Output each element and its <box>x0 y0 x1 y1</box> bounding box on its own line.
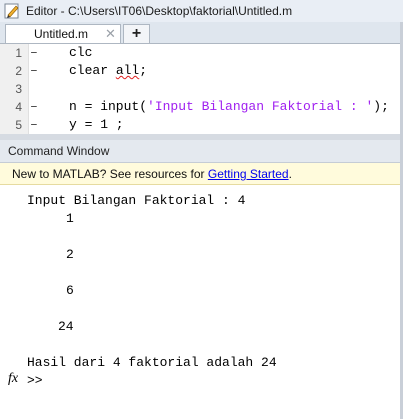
line-number: 5 <box>15 118 22 132</box>
window-titlebar: Editor - C:\Users\IT06\Desktop\faktorial… <box>0 0 403 23</box>
close-icon[interactable]: ✕ <box>105 26 116 42</box>
line-number: 3 <box>15 82 22 96</box>
command-window-title: Command Window <box>8 144 110 158</box>
console-line: 6 <box>66 283 74 298</box>
breakpoint-marker[interactable]: – <box>30 117 38 132</box>
code-text: clc <box>69 45 93 60</box>
code-warning: all <box>115 63 140 78</box>
console-line: 2 <box>66 247 74 262</box>
code-string: 'Input Bilangan Faktorial : ' <box>147 99 374 114</box>
line-number: 2 <box>15 64 22 78</box>
code-text: y = 1 ; <box>69 117 124 132</box>
editor-tabstrip: Untitled.m ✕ + <box>0 22 403 44</box>
editor-icon <box>4 3 19 19</box>
code-editor[interactable]: 1 – clc 2 – clear all; 3 4 – n = input('… <box>0 44 403 134</box>
line-number: 4 <box>15 100 22 114</box>
code-text: n = input('Input Bilangan Faktorial : ')… <box>69 99 389 114</box>
command-window-header: Command Window <box>0 140 403 163</box>
code-line[interactable]: 2 – clear all; <box>0 63 403 81</box>
add-tab-button[interactable]: + <box>123 24 150 43</box>
console-line: 24 <box>58 319 74 334</box>
banner-message: New to MATLAB? See resources for Getting… <box>12 167 292 181</box>
console-line: 1 <box>66 211 74 226</box>
getting-started-banner: New to MATLAB? See resources for Getting… <box>0 163 403 185</box>
tab-untitled[interactable]: Untitled.m ✕ <box>5 24 121 43</box>
breakpoint-marker[interactable]: – <box>30 63 38 78</box>
line-number: 1 <box>15 46 22 60</box>
getting-started-link[interactable]: Getting Started <box>208 167 289 181</box>
breakpoint-marker[interactable]: – <box>30 99 38 114</box>
code-line[interactable]: 5 – y = 1 ; <box>0 117 403 135</box>
breakpoint-marker[interactable]: – <box>30 45 38 60</box>
function-browser-icon[interactable]: fx <box>8 371 18 387</box>
console-line: Hasil dari 4 faktorial adalah 24 <box>27 355 277 370</box>
tab-label: Untitled.m <box>34 27 89 41</box>
code-line[interactable]: 3 <box>0 81 403 99</box>
code-text: clear all; <box>69 63 148 78</box>
window-title: Editor - C:\Users\IT06\Desktop\faktorial… <box>26 4 293 18</box>
command-prompt[interactable]: >> <box>27 373 43 388</box>
console-line: Input Bilangan Faktorial : 4 <box>27 193 246 208</box>
code-line[interactable]: 4 – n = input('Input Bilangan Faktorial … <box>0 99 403 117</box>
code-line[interactable]: 1 – clc <box>0 45 403 63</box>
